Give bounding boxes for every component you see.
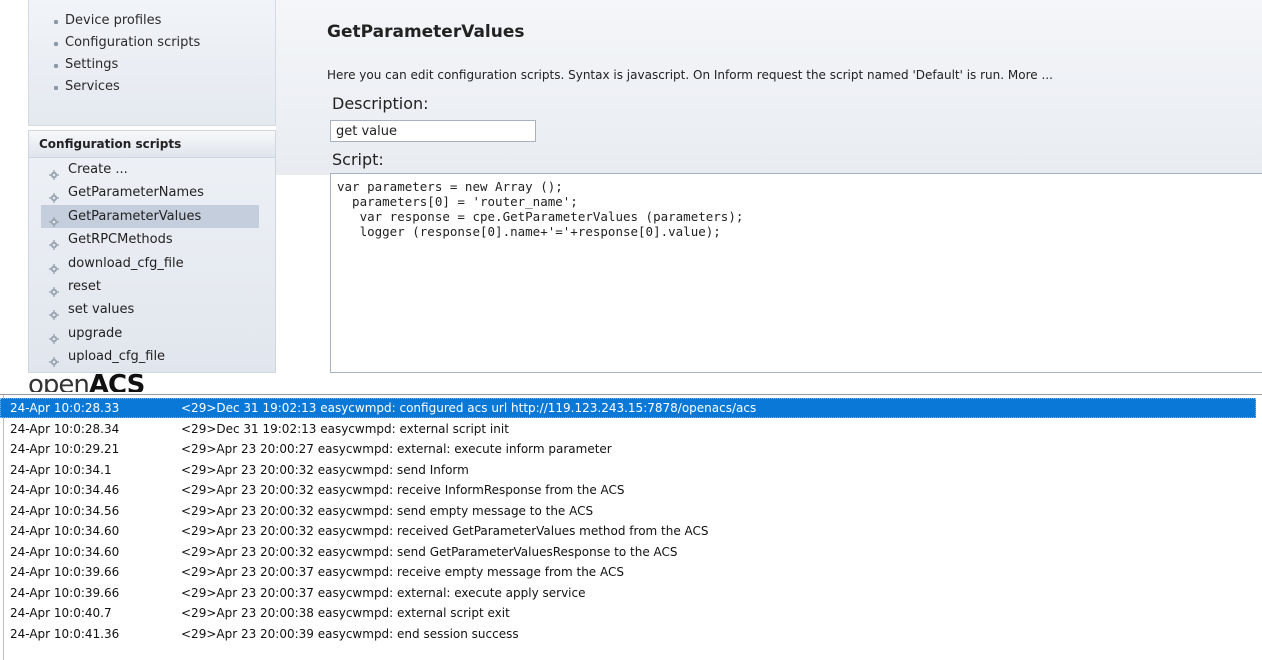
- log-timestamp: 24-Apr 10:0:40.7: [10, 606, 112, 620]
- bullet-icon: [54, 20, 58, 24]
- log-message: <29>Apr 23 20:00:37 easycwmpd: external:…: [181, 585, 586, 600]
- log-row[interactable]: 24-Apr 10:0:39.66 <29>Apr 23 20:00:37 eas…: [0, 583, 1256, 603]
- log-timestamp: 24-Apr 10:0:28.33: [10, 401, 120, 415]
- panel-header: Configuration scripts: [29, 131, 275, 158]
- log-message: <29>Dec 31 19:02:13 easycwmpd: configure…: [181, 401, 757, 415]
- script-item-label: GetParameterValues: [68, 208, 202, 224]
- nav-item-label: Settings: [65, 57, 119, 72]
- log-row[interactable]: 24-Apr 10:0:39.66 <29>Apr 23 20:00:37 eas…: [0, 562, 1256, 582]
- nav-item-label: Device profiles: [65, 13, 162, 28]
- acs-web-ui: Device profiles Configuration scripts Se…: [0, 0, 1262, 392]
- script-editor[interactable]: var parameters = new Array (); parameter…: [330, 173, 1262, 373]
- description-label: Description:: [332, 94, 429, 113]
- log-message: <29>Apr 23 20:00:38 easycwmpd: external …: [181, 606, 510, 620]
- log-row[interactable]: 24-Apr 10:0:28.34 <29>Dec 31 19:02:13 eas…: [0, 419, 1256, 439]
- nav-item-settings[interactable]: Settings: [54, 54, 275, 76]
- script-item[interactable]: upload_cfg_file: [29, 345, 275, 368]
- script-item[interactable]: GetRPCMethods: [29, 228, 275, 251]
- log-message: <29>Apr 23 20:00:27 easycwmpd: external:…: [181, 442, 612, 456]
- gear-icon: [49, 235, 59, 251]
- log-timestamp: 24-Apr 10:0:34.1: [10, 462, 112, 477]
- log-timestamp: 24-Apr 10:0:34.60: [10, 524, 120, 538]
- script-item-label: upgrade: [68, 325, 123, 341]
- script-item[interactable]: GetParameterNames: [29, 181, 275, 204]
- gear-icon: [49, 305, 59, 321]
- script-list: Create ... GetParameterNames GetParameterV…: [29, 158, 275, 369]
- log-message: <29>Apr 23 20:00:32 easycwmpd: receive I…: [181, 483, 625, 497]
- configuration-scripts-panel: Configuration scripts Create ... GetParam…: [28, 130, 276, 373]
- log-viewer: 24-Apr 10:0:28.33 <29>Dec 31 19:02:13 eas…: [0, 394, 1262, 660]
- nav-item-device-profiles[interactable]: Device profiles: [54, 10, 275, 32]
- log-timestamp: 24-Apr 10:0:34.60: [10, 544, 120, 559]
- description-input[interactable]: [330, 120, 536, 142]
- openacs-logo: openACS: [28, 370, 145, 392]
- script-item-label: reset: [68, 278, 101, 294]
- script-item[interactable]: reset: [29, 275, 275, 298]
- bullet-icon: [54, 64, 58, 68]
- script-item-label: upload_cfg_file: [68, 349, 166, 365]
- log-timestamp: 24-Apr 10:0:34.56: [10, 503, 120, 518]
- log-row[interactable]: 24-Apr 10:0:28.33 <29>Dec 31 19:02:13 eas…: [0, 398, 1256, 418]
- nav-item-services[interactable]: Services: [54, 76, 275, 98]
- log-timestamp: 24-Apr 10:0:34.46: [10, 483, 120, 497]
- script-item-label: Create ...: [68, 162, 128, 177]
- intro-text: Here you can edit configuration scripts.…: [327, 68, 1053, 82]
- bullet-icon: [54, 42, 58, 46]
- log-message: <29>Apr 23 20:00:37 easycwmpd: receive e…: [181, 565, 624, 579]
- gear-icon: [49, 212, 59, 227]
- log-message: <29>Apr 23 20:00:32 easycwmpd: received …: [181, 524, 709, 538]
- script-item-label: GetParameterNames: [68, 185, 204, 201]
- log-message: <29>Apr 23 20:00:32 easycwmpd: send empt…: [181, 503, 594, 518]
- log-timestamp: 24-Apr 10:0:41.36: [10, 626, 120, 641]
- gear-icon: [49, 352, 59, 368]
- gear-icon: [49, 329, 59, 344]
- log-row[interactable]: 24-Apr 10:0:40.7 <29>Apr 23 20:00:38 easy…: [0, 603, 1256, 623]
- nav-item-label: Services: [65, 79, 120, 94]
- log-timestamp: 24-Apr 10:0:29.21: [10, 442, 120, 456]
- log-message: <29>Apr 23 20:00:39 easycwmpd: end sessi…: [181, 626, 519, 641]
- script-item[interactable]: upgrade: [29, 322, 275, 345]
- script-item-label: download_cfg_file: [68, 255, 184, 271]
- script-item[interactable]: set values: [29, 298, 275, 321]
- log-row[interactable]: 24-Apr 10:0:34.1 <29>Apr 23 20:00:32 easy…: [0, 460, 1256, 480]
- nav-item-configuration-scripts[interactable]: Configuration scripts: [54, 32, 275, 54]
- script-label: Script:: [332, 150, 384, 169]
- log-message: <29>Dec 31 19:02:13 easycwmpd: external …: [181, 421, 509, 436]
- script-item-label: GetRPCMethods: [68, 232, 173, 248]
- bullet-icon: [54, 86, 58, 90]
- nav-item-label: Configuration scripts: [65, 35, 201, 50]
- log-row[interactable]: 24-Apr 10:0:34.56 <29>Apr 23 20:00:32 eas…: [0, 501, 1256, 521]
- script-item[interactable]: Create ...: [29, 158, 275, 181]
- log-timestamp: 24-Apr 10:0:28.34: [10, 421, 120, 436]
- log-timestamp: 24-Apr 10:0:39.66: [10, 585, 120, 600]
- gear-icon: [49, 282, 59, 297]
- log-row[interactable]: 24-Apr 10:0:34.46 <29>Apr 23 20:00:32 eas…: [0, 480, 1256, 500]
- main-nav: Device profiles Configuration scripts Se…: [28, 0, 276, 126]
- log-message: <29>Apr 23 20:00:32 easycwmpd: send GetP…: [181, 544, 678, 559]
- left-column: Device profiles Configuration scripts Se…: [28, 0, 276, 392]
- gear-icon: [49, 188, 59, 204]
- log-row[interactable]: 24-Apr 10:0:34.60 <29>Apr 23 20:00:32 eas…: [0, 521, 1256, 541]
- script-item[interactable]: GetParameterValues: [41, 204, 259, 229]
- gear-icon: [49, 165, 59, 180]
- log-row[interactable]: 24-Apr 10:0:41.36 <29>Apr 23 20:00:39 eas…: [0, 624, 1256, 644]
- script-item[interactable]: download_cfg_file: [29, 252, 275, 275]
- log-row[interactable]: 24-Apr 10:0:34.60 <29>Apr 23 20:00:32 eas…: [0, 542, 1256, 562]
- page-title: GetParameterValues: [327, 22, 525, 42]
- script-item-label: set values: [68, 302, 135, 318]
- log-timestamp: 24-Apr 10:0:39.66: [10, 565, 120, 579]
- log-message: <29>Apr 23 20:00:32 easycwmpd: send Info…: [181, 462, 469, 477]
- main-content: GetParameterValues Here you can edit con…: [276, 0, 1262, 392]
- log-row[interactable]: 24-Apr 10:0:29.21 <29>Apr 23 20:00:27 eas…: [0, 439, 1256, 459]
- gear-icon: [49, 259, 59, 274]
